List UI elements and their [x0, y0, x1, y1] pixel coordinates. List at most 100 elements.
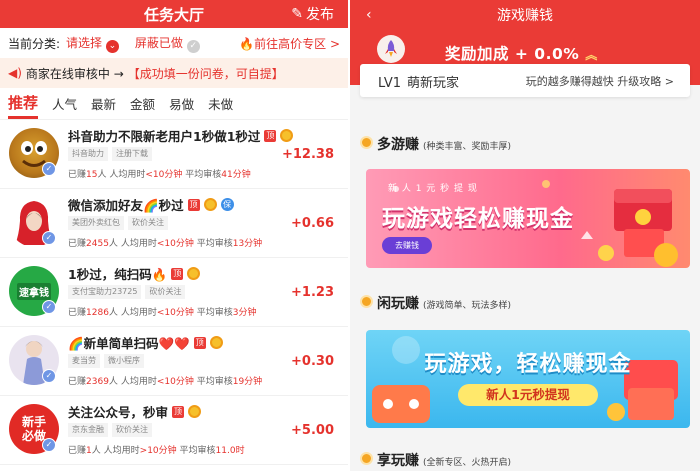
- section-subtitle: (全新专区、火热开启): [423, 458, 512, 468]
- task-chip: 砍价关注: [112, 423, 152, 437]
- edit-icon: ✎: [291, 6, 303, 22]
- verified-badge-icon: ✓: [42, 162, 56, 176]
- category-select[interactable]: 请选择 ⌄: [66, 34, 119, 53]
- publish-label: 发布: [306, 7, 334, 23]
- verified-badge-icon: ✓: [42, 438, 56, 452]
- task-stats: 已赚2455人 人均用时<10分钟 平均审核13分钟: [68, 236, 262, 249]
- audit-label: 平均审核: [196, 377, 233, 387]
- audit-label: 平均审核: [196, 308, 233, 318]
- task-chips: 抖音助力 注册下载: [68, 147, 152, 161]
- level-badge: LV1: [378, 76, 401, 91]
- game-earn-header: ‹ 游戏赚钱: [350, 0, 700, 30]
- task-title-row: 抖音助力不限新老用户1秒做1秒过 顶: [68, 126, 294, 145]
- avg-time-value: <10分钟: [156, 308, 194, 318]
- coin-icon: [360, 295, 373, 308]
- coin-icon: [209, 336, 223, 349]
- tab-amount[interactable]: 金额: [130, 94, 155, 119]
- level-card[interactable]: LV1 萌新玩家 玩的越多赚得越快 升级攻略 >: [360, 64, 690, 97]
- coin-icon: [360, 136, 373, 149]
- audit-label: 平均审核: [179, 446, 216, 456]
- tab-easy[interactable]: 易做: [169, 94, 194, 119]
- section-header: 多游赚 (种类丰富、奖励丰厚): [360, 134, 511, 154]
- avg-time-label: 人均用时: [120, 377, 157, 387]
- task-item[interactable]: 新手必做 ✓ 关注公众号，秒审 顶 京东金融 砍价关注 已赚1人 人均用时>10…: [0, 396, 348, 465]
- game-banner-1[interactable]: 新 人 1 元 秒 提 现 玩游戏轻松赚现金 去赚钱: [366, 169, 690, 268]
- high-price-zone-link[interactable]: 🔥前往高价专区 >: [239, 35, 340, 52]
- task-chip: 麦当劳: [68, 354, 100, 368]
- section-title: 闲玩赚: [377, 296, 419, 312]
- task-item[interactable]: ✓ 微信添加好友🌈秒过 顶 保 美团外卖红包 砍价关注 已赚2455人 人均用时…: [0, 189, 348, 258]
- game-banner-2[interactable]: 玩游戏，轻松赚现金 新人1元秒提现: [366, 330, 690, 428]
- page-title: 任务大厅: [143, 5, 204, 24]
- task-chip: 微小程序: [104, 354, 144, 368]
- back-arrow-icon[interactable]: ‹: [366, 7, 372, 23]
- block-done-label: 屏蔽已做: [134, 35, 183, 50]
- audit-value: 19分钟: [232, 377, 263, 387]
- banner-subtitle: 新 人 1 元 秒 提 现: [388, 184, 478, 194]
- category-label: 当前分类:: [8, 36, 61, 51]
- section-title: 多游赚: [377, 137, 419, 153]
- earned-prefix: 已赚: [68, 170, 87, 180]
- tab-popular[interactable]: 人气: [52, 94, 77, 119]
- earned-prefix: 已赚: [68, 377, 87, 387]
- notice-bar[interactable]: ◀) 商家在线审核中 → 【成功填一份问卷，可自提】: [0, 58, 348, 88]
- coin-icon: [188, 405, 202, 418]
- notice-prefix: 商家在线审核中 →: [25, 66, 124, 81]
- earned-suffix: 人: [97, 170, 107, 180]
- earned-count: 1286: [86, 308, 109, 318]
- guarantee-badge: 保: [220, 198, 234, 211]
- task-list: ✓ 抖音助力不限新老用户1秒做1秒过 顶 抖音助力 注册下载 已赚15人 人均用…: [0, 120, 348, 465]
- avg-time-label: 人均用时: [120, 239, 157, 249]
- earned-suffix: 人: [108, 308, 118, 318]
- publish-button[interactable]: ✎ 发布: [291, 0, 334, 28]
- section-subtitle: (游戏简单、玩法多样): [423, 301, 512, 311]
- task-chip: 京东金融: [68, 423, 108, 437]
- audit-label: 平均审核: [196, 239, 233, 249]
- task-stats: 已赚1人 人均用时>10分钟 平均审核11.0时: [68, 443, 245, 456]
- task-chip: 支付宝助力23725: [68, 285, 142, 299]
- earn-now-button[interactable]: 去赚钱: [382, 237, 432, 254]
- upgrade-guide-link[interactable]: 玩的越多赚得越快 升级攻略 >: [526, 73, 674, 89]
- earned-count: 15: [86, 170, 98, 180]
- task-reward: +1.23: [291, 285, 334, 300]
- task-title: 关注公众号，秒审: [68, 405, 169, 420]
- audit-value: 13分钟: [232, 239, 263, 249]
- level-info: LV1 萌新玩家: [378, 72, 459, 91]
- avg-time-label: 人均用时: [109, 170, 146, 180]
- banner-title: 玩游戏，轻松赚现金: [424, 352, 632, 377]
- check-icon: ✓: [186, 39, 200, 53]
- task-chip: 砍价关注: [145, 285, 186, 299]
- audit-value: 11.0时: [215, 446, 245, 456]
- task-title-row: 关注公众号，秒审 顶: [68, 402, 202, 421]
- task-hall-pane: 任务大厅 ✎ 发布 当前分类: 请选择 ⌄ 屏蔽已做 ✓ 🔥前往高价专区 > ◀…: [0, 0, 348, 471]
- speaker-icon: ◀): [8, 66, 22, 80]
- section-header: 闲玩赚 (游戏简单、玩法多样): [360, 293, 511, 313]
- task-title-row: 1秒过，纯扫码🔥 顶: [68, 264, 201, 283]
- task-item[interactable]: ✓ 抖音助力不限新老用户1秒做1秒过 顶 抖音助力 注册下载 已赚15人 人均用…: [0, 120, 348, 189]
- rocket-icon: [377, 35, 405, 63]
- new-user-cashout-button[interactable]: 新人1元秒提现: [458, 384, 598, 406]
- game-earn-pane: ‹ 游戏赚钱 奖励加成 + 0.0% ︽ LV1 萌新玩家 玩的越多赚得越快 升级…: [350, 0, 700, 471]
- screenshot: 任务大厅 ✎ 发布 当前分类: 请选择 ⌄ 屏蔽已做 ✓ 🔥前往高价专区 > ◀…: [0, 0, 700, 471]
- tab-undone[interactable]: 未做: [208, 94, 233, 119]
- audit-label: 平均审核: [185, 170, 222, 180]
- task-item[interactable]: ✓ 🌈新单简单扫码❤️❤️ 顶 麦当劳 微小程序 已赚2369人 人均用时<10…: [0, 327, 348, 396]
- avg-time-value: <10分钟: [156, 377, 194, 387]
- task-item[interactable]: 速拿钱 ✓ 1秒过，纯扫码🔥 顶 支付宝助力23725 砍价关注 已赚1286人…: [0, 258, 348, 327]
- task-reward: +12.38: [281, 147, 334, 162]
- task-chips: 京东金融 砍价关注: [68, 423, 152, 437]
- coin-icon: [280, 129, 294, 142]
- top-tag: 顶: [172, 405, 185, 418]
- tab-latest[interactable]: 最新: [91, 94, 116, 119]
- section-header: 享玩赚 (全新专区、火热开启): [360, 450, 511, 470]
- task-hall-header: 任务大厅 ✎ 发布: [0, 0, 348, 28]
- tab-bar: 推荐 人气 最新 金额 易做 未做: [0, 88, 348, 120]
- top-tag: 顶: [264, 129, 277, 142]
- audit-value: 41分钟: [221, 170, 251, 180]
- chevron-down-icon: ⌄: [105, 39, 119, 53]
- earned-prefix: 已赚: [68, 446, 87, 456]
- tab-recommend[interactable]: 推荐: [8, 92, 39, 119]
- block-done-toggle[interactable]: 屏蔽已做 ✓: [135, 34, 200, 53]
- section-title: 享玩赚: [377, 453, 419, 469]
- earned-prefix: 已赚: [68, 308, 87, 318]
